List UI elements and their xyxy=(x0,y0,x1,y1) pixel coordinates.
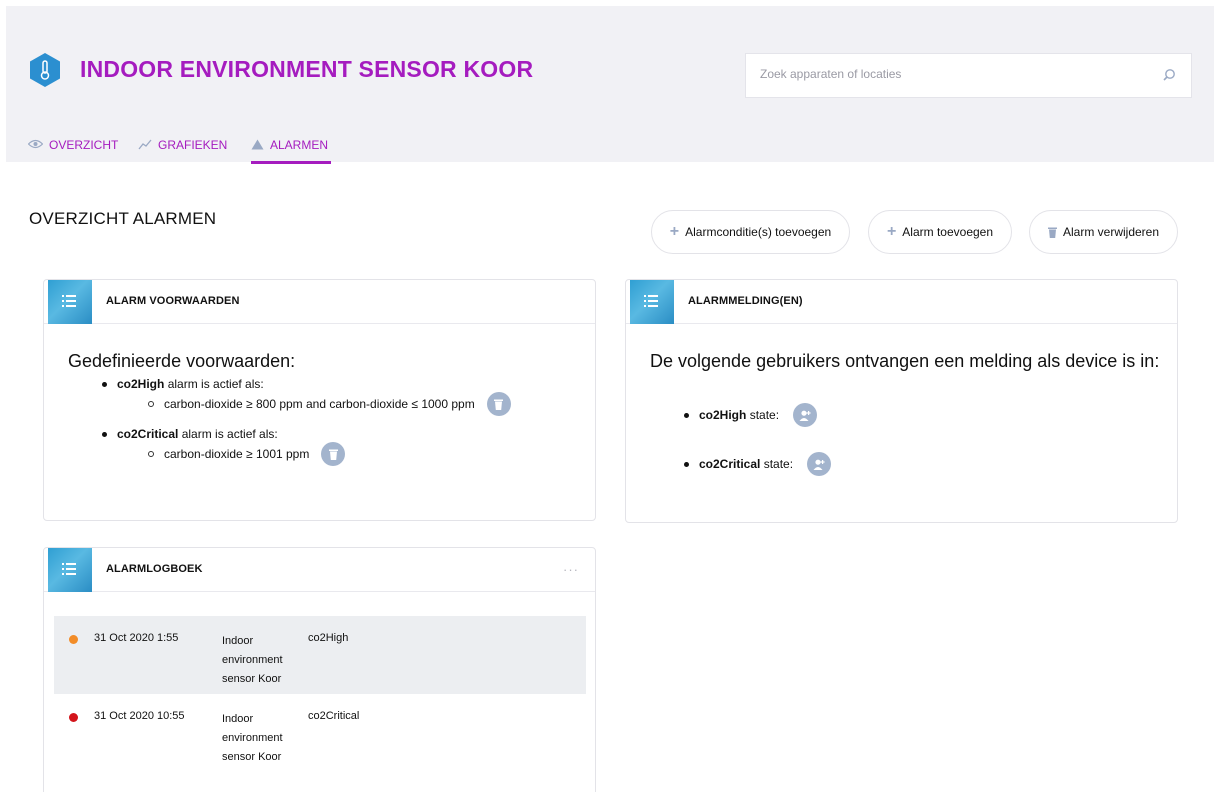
state-suffix: state: xyxy=(763,457,794,471)
status-dot xyxy=(69,635,78,644)
tab-label: ALARMEN xyxy=(270,138,329,152)
state-item: co2Critical state: xyxy=(684,452,832,476)
page-title: INDOOR ENVIRONMENT SENSOR KOOR xyxy=(80,56,534,82)
add-user-button[interactable] xyxy=(793,403,818,427)
tab-alarmen[interactable]: ALARMEN xyxy=(251,134,331,164)
list-icon xyxy=(48,548,92,592)
state-suffix: state: xyxy=(749,408,780,422)
delete-condition-button[interactable] xyxy=(321,442,346,466)
bullet xyxy=(102,381,107,387)
condition-text: carbon-dioxide ≥ 800 ppm and carbon-diox… xyxy=(164,397,475,411)
bullet xyxy=(684,412,689,418)
button-label: Alarm toevoegen xyxy=(902,225,994,239)
tab-overzicht[interactable]: OVERZICHT xyxy=(28,134,118,164)
add-user-icon xyxy=(813,459,825,470)
trash-icon xyxy=(328,449,338,460)
trash-icon xyxy=(1047,227,1057,238)
alarm-log-card: ALARMLOGBOEK ··· 31 Oct 2020 1:55 Indoor… xyxy=(43,547,596,792)
state-item: co2High state: xyxy=(684,403,818,427)
button-label: Alarmconditie(s) toevoegen xyxy=(685,225,832,239)
search-icon[interactable] xyxy=(1161,67,1177,83)
log-date: 31 Oct 2020 1:55 xyxy=(94,632,179,644)
condition-item: co2High alarm is actief als: xyxy=(102,377,264,391)
list-icon xyxy=(630,280,674,324)
search-box[interactable] xyxy=(745,53,1192,98)
state-name: co2High xyxy=(699,408,747,422)
bullet xyxy=(148,451,154,457)
card-title: ALARM VOORWAARDEN xyxy=(106,295,240,307)
log-device: Indoor environment sensor Koor xyxy=(222,635,283,685)
log-row[interactable]: 31 Oct 2020 1:55 Indoor environment sens… xyxy=(54,616,586,694)
alarm-notifications-card: ALARMMELDING(EN) De volgende gebruikers … xyxy=(625,279,1178,523)
bullet xyxy=(684,461,689,467)
chart-line-icon xyxy=(138,139,152,150)
condition-rule: carbon-dioxide ≥ 800 ppm and carbon-diox… xyxy=(148,392,511,416)
condition-item: co2Critical alarm is actief als: xyxy=(102,427,278,441)
add-user-button[interactable] xyxy=(807,452,832,476)
section-title: OVERZICHT ALARMEN xyxy=(29,209,217,228)
state-name: co2Critical xyxy=(699,457,761,471)
status-dot xyxy=(69,713,78,722)
card-header: ALARM VOORWAARDEN xyxy=(44,280,595,324)
more-options-icon[interactable]: ··· xyxy=(563,562,579,577)
tab-label: GRAFIEKEN xyxy=(158,138,228,152)
page-header: INDOOR ENVIRONMENT SENSOR KOOR OVERZICHT… xyxy=(6,6,1214,164)
condition-text: carbon-dioxide ≥ 1001 ppm xyxy=(164,447,310,461)
card-header: ALARMMELDING(EN) xyxy=(626,280,1177,324)
remove-alarm-button[interactable]: Alarm verwijderen xyxy=(1029,210,1178,254)
conditions-heading: Gedefinieerde voorwaarden: xyxy=(68,351,296,371)
add-user-icon xyxy=(799,410,811,421)
bullet xyxy=(102,431,107,437)
thermometer-icon xyxy=(30,53,60,87)
log-row[interactable]: 31 Oct 2020 10:55 Indoor environment sen… xyxy=(54,694,586,772)
log-alarm: co2High xyxy=(308,632,349,644)
card-title: ALARMLOGBOEK xyxy=(106,563,203,575)
search-input[interactable] xyxy=(760,67,1140,81)
button-label: Alarm verwijderen xyxy=(1062,225,1160,239)
alarm-name: co2Critical xyxy=(117,427,179,441)
alarm-name: co2High xyxy=(117,377,165,391)
alarm-suffix: alarm is actief als: xyxy=(167,377,264,391)
alarm-conditions-card: ALARM VOORWAARDEN Gedefinieerde voorwaar… xyxy=(43,279,596,521)
eye-icon xyxy=(28,139,43,149)
log-alarm: co2Critical xyxy=(308,710,360,722)
log-date: 31 Oct 2020 10:55 xyxy=(94,710,185,722)
trash-icon xyxy=(494,399,504,410)
tab-grafieken[interactable]: GRAFIEKEN xyxy=(138,134,227,164)
card-header: ALARMLOGBOEK ··· xyxy=(44,548,595,592)
warning-icon xyxy=(251,139,264,150)
alarm-suffix: alarm is actief als: xyxy=(181,427,278,441)
card-title: ALARMMELDING(EN) xyxy=(688,295,803,307)
condition-rule: carbon-dioxide ≥ 1001 ppm xyxy=(148,442,346,466)
bullet xyxy=(148,401,154,407)
add-alarm-button[interactable]: + Alarm toevoegen xyxy=(868,210,1012,254)
plus-icon: + xyxy=(886,223,897,240)
log-device: Indoor environment sensor Koor xyxy=(222,713,283,763)
plus-icon: + xyxy=(669,223,680,240)
list-icon xyxy=(48,280,92,324)
add-condition-button[interactable]: + Alarmconditie(s) toevoegen xyxy=(651,210,850,254)
notifications-heading: De volgende gebruikers ontvangen een mel… xyxy=(650,351,1160,371)
tab-label: OVERZICHT xyxy=(49,138,119,152)
delete-condition-button[interactable] xyxy=(486,392,511,416)
